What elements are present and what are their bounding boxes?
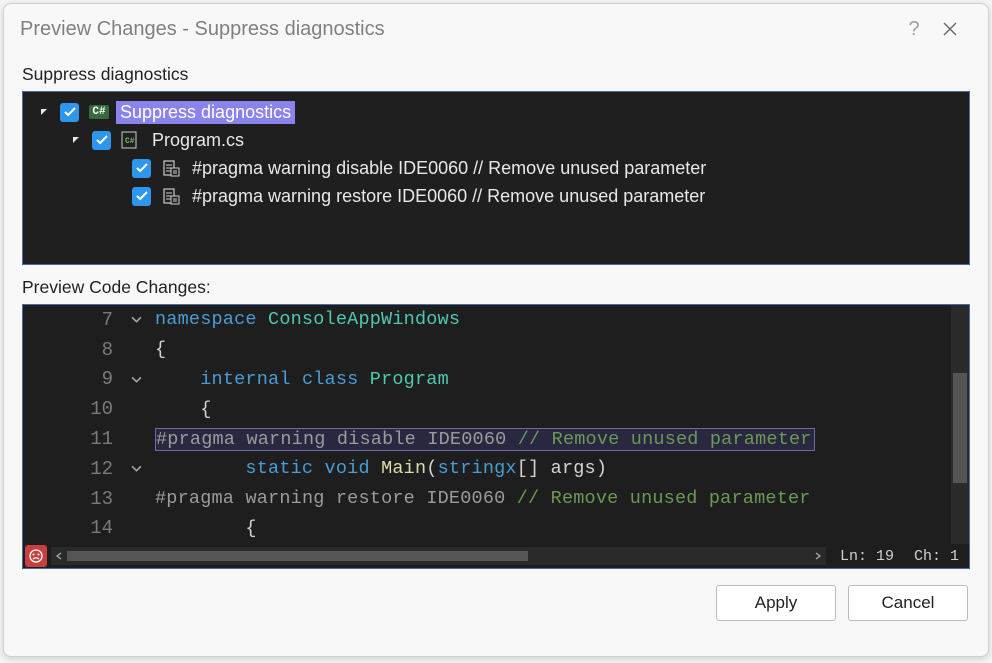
svg-text:C#: C# xyxy=(125,137,135,146)
scroll-right-icon[interactable] xyxy=(810,548,826,564)
code-text: #pragma warning restore IDE0060 // Remov… xyxy=(155,488,811,509)
line-number: 13 xyxy=(23,488,123,510)
expander-icon[interactable] xyxy=(69,133,83,147)
code-preview[interactable]: 7namespace ConsoleAppWindows8{9 internal… xyxy=(22,304,970,569)
code-text: static void Main(stringx[] args) xyxy=(155,458,607,479)
dialog-buttons: Apply Cancel xyxy=(4,569,988,635)
code-text: { xyxy=(155,518,257,539)
tree-node-label: Suppress diagnostics xyxy=(116,101,295,124)
csharp-file-icon: C# xyxy=(120,131,142,149)
line-number: 9 xyxy=(23,368,123,390)
cursor-position: Ln: 19 Ch: 1 xyxy=(830,548,969,565)
tree-node-change[interactable]: #pragma warning restore IDE0060 // Remov… xyxy=(27,182,965,210)
code-line: 13 #pragma warning restore IDE0060 // Rem… xyxy=(23,484,969,514)
scrollbar-thumb[interactable] xyxy=(67,551,528,561)
line-number: 7 xyxy=(23,309,123,331)
tree-node-label: Program.cs xyxy=(148,129,248,152)
code-text: #pragma warning disable IDE0060 // Remov… xyxy=(155,428,815,451)
code-line: 12 static void Main(stringx[] args) xyxy=(23,454,969,484)
line-number: 12 xyxy=(23,458,123,480)
close-button[interactable] xyxy=(928,14,972,44)
fold-toggle[interactable] xyxy=(123,374,149,385)
dialog-title: Preview Changes - Suppress diagnostics xyxy=(20,18,900,41)
checkbox[interactable] xyxy=(132,187,151,206)
editor-statusbar: Ln: 19 Ch: 1 xyxy=(23,544,969,568)
preview-section-label: Preview Code Changes: xyxy=(4,265,988,302)
tree-section-label: Suppress diagnostics xyxy=(4,52,988,89)
horizontal-scrollbar[interactable] xyxy=(51,547,826,565)
code-line: 8{ xyxy=(23,335,969,365)
code-text: namespace ConsoleAppWindows xyxy=(155,309,460,330)
changes-tree[interactable]: C# Suppress diagnostics C# Program.cs xyxy=(22,91,970,265)
code-text: { xyxy=(155,399,212,420)
line-number: 10 xyxy=(23,398,123,420)
code-text: internal class Program xyxy=(155,369,449,390)
checkbox[interactable] xyxy=(132,159,151,178)
tree-node-file[interactable]: C# Program.cs xyxy=(27,126,965,154)
code-text: { xyxy=(155,339,166,360)
line-number: 14 xyxy=(23,517,123,539)
fold-toggle[interactable] xyxy=(123,314,149,325)
line-number: 8 xyxy=(23,339,123,361)
code-line: 9 internal class Program xyxy=(23,365,969,395)
checkbox[interactable] xyxy=(92,131,111,150)
code-line: 14 { xyxy=(23,514,969,544)
vertical-scrollbar[interactable] xyxy=(951,305,969,544)
code-line: 7 namespace ConsoleAppWindows xyxy=(23,305,969,335)
fold-toggle[interactable] xyxy=(123,463,149,474)
cancel-button[interactable]: Cancel xyxy=(848,585,968,621)
tree-node-root[interactable]: C# Suppress diagnostics xyxy=(27,98,965,126)
titlebar: Preview Changes - Suppress diagnostics ? xyxy=(4,4,988,52)
cs-badge-icon: C# xyxy=(88,103,110,121)
code-line: 11 #pragma warning disable IDE0060 // Rem… xyxy=(23,424,969,454)
help-button[interactable]: ? xyxy=(900,18,928,41)
code-content: 7namespace ConsoleAppWindows8{9 internal… xyxy=(23,305,969,544)
error-status-icon[interactable] xyxy=(25,545,47,567)
apply-button[interactable]: Apply xyxy=(716,585,836,621)
document-icon xyxy=(160,187,182,205)
document-icon xyxy=(160,159,182,177)
checkbox[interactable] xyxy=(60,103,79,122)
line-number: 11 xyxy=(23,428,123,450)
code-line: 10 { xyxy=(23,394,969,424)
tree-node-label: #pragma warning restore IDE0060 // Remov… xyxy=(188,185,709,208)
close-icon xyxy=(943,22,957,36)
tree-node-label: #pragma warning disable IDE0060 // Remov… xyxy=(188,157,710,180)
tree-node-change[interactable]: #pragma warning disable IDE0060 // Remov… xyxy=(27,154,965,182)
preview-changes-dialog: Preview Changes - Suppress diagnostics ?… xyxy=(3,3,989,657)
expander-icon[interactable] xyxy=(37,105,51,119)
scroll-left-icon[interactable] xyxy=(51,548,67,564)
scrollbar-thumb[interactable] xyxy=(953,373,967,483)
